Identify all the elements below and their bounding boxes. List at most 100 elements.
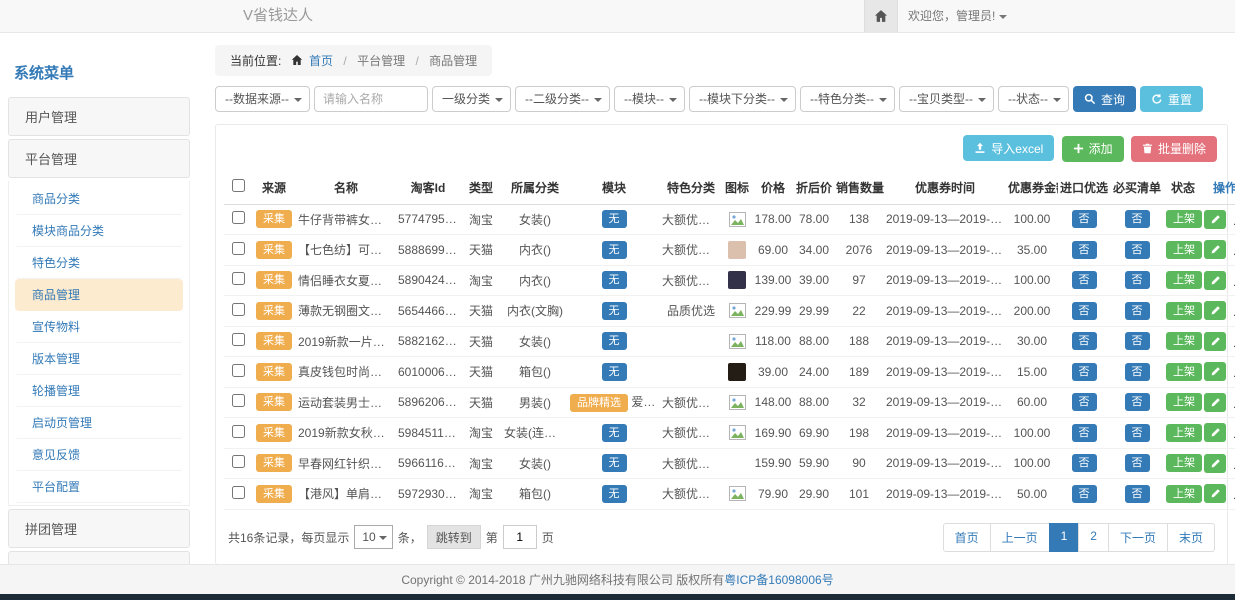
edit-button[interactable]: [1204, 423, 1226, 442]
edit-button[interactable]: [1204, 393, 1226, 412]
sidebar-submenu-item[interactable]: 特色分类: [15, 247, 183, 279]
sidebar-submenu-item[interactable]: 启动页管理: [15, 407, 183, 439]
pager-item[interactable]: 末页: [1167, 523, 1215, 552]
pager-item[interactable]: 2: [1078, 523, 1109, 552]
filter-select[interactable]: --宝贝类型--: [899, 86, 994, 112]
pager-item[interactable]: 下一页: [1108, 523, 1168, 552]
sidebar-submenu-item[interactable]: 商品管理: [15, 279, 183, 311]
status-badge[interactable]: 上架: [1166, 302, 1202, 320]
status-badge[interactable]: 上架: [1166, 332, 1202, 350]
must-buy-toggle[interactable]: 否: [1125, 210, 1150, 228]
edit-button[interactable]: [1204, 240, 1226, 259]
status-badge[interactable]: 上架: [1166, 393, 1202, 411]
import-select-toggle[interactable]: 否: [1072, 393, 1097, 411]
breadcrumb-home-link[interactable]: 首页: [309, 54, 333, 68]
import-select-toggle[interactable]: 否: [1072, 454, 1097, 472]
must-buy-toggle[interactable]: 否: [1125, 332, 1150, 350]
sidebar-submenu-item[interactable]: 商品分类: [15, 183, 183, 215]
discount-price: 88.00: [794, 326, 834, 357]
edit-button[interactable]: [1204, 362, 1226, 381]
coupon-amount: 15.00: [1006, 357, 1058, 388]
import-select-toggle[interactable]: 否: [1072, 424, 1097, 442]
filter-select[interactable]: --特色分类--: [800, 86, 895, 112]
edit-button[interactable]: [1204, 210, 1226, 229]
must-buy-toggle[interactable]: 否: [1125, 424, 1150, 442]
status-badge[interactable]: 上架: [1166, 485, 1202, 503]
must-buy-toggle[interactable]: 否: [1125, 454, 1150, 472]
actions-cell: [1202, 204, 1235, 235]
name-search-input[interactable]: [314, 86, 428, 112]
import-select-toggle[interactable]: 否: [1072, 485, 1097, 503]
pager-item[interactable]: 1: [1049, 523, 1080, 552]
edit-button[interactable]: [1204, 332, 1226, 351]
edit-button[interactable]: [1204, 454, 1226, 473]
filter-select[interactable]: --模块--: [614, 86, 685, 112]
edit-button[interactable]: [1204, 301, 1226, 320]
import-select-toggle[interactable]: 否: [1072, 210, 1097, 228]
import-select-toggle[interactable]: 否: [1072, 241, 1097, 259]
jump-button[interactable]: 跳转到: [427, 525, 481, 549]
icp-link[interactable]: 粤ICP备16098006号: [724, 571, 833, 588]
row-checkbox[interactable]: [232, 272, 245, 285]
reset-button[interactable]: 重置: [1140, 86, 1203, 112]
import-select-toggle[interactable]: 否: [1072, 332, 1097, 350]
row-checkbox[interactable]: [232, 364, 245, 377]
sidebar-submenu-item[interactable]: 宣传物料: [15, 311, 183, 343]
row-checkbox[interactable]: [232, 425, 245, 438]
must-buy-toggle[interactable]: 否: [1125, 241, 1150, 259]
footer: Copyright © 2014-2018 广州九驰网络科技有限公司 版权所有粤…: [0, 564, 1235, 594]
filter-bar: --数据来源-- 一级分类--二级分类----模块----模块下分类----特色…: [215, 86, 1228, 112]
filter-select[interactable]: --状态--: [998, 86, 1069, 112]
search-button[interactable]: 查询: [1073, 86, 1136, 112]
edit-button[interactable]: [1204, 271, 1226, 290]
pager-item[interactable]: 上一页: [990, 523, 1050, 552]
import-select-toggle[interactable]: 否: [1072, 271, 1097, 289]
pager-item[interactable]: 首页: [943, 523, 991, 552]
sidebar-submenu-item[interactable]: 模块商品分类: [15, 215, 183, 247]
row-checkbox[interactable]: [232, 455, 245, 468]
row-checkbox[interactable]: [232, 211, 245, 224]
filter-select[interactable]: --模块下分类--: [689, 86, 796, 112]
column-header: 特色分类: [660, 171, 722, 205]
status-badge[interactable]: 上架: [1166, 241, 1202, 259]
must-buy-toggle[interactable]: 否: [1125, 485, 1150, 503]
must-buy-toggle[interactable]: 否: [1125, 302, 1150, 320]
data-source-select[interactable]: --数据来源--: [215, 86, 310, 112]
row-checkbox[interactable]: [232, 333, 245, 346]
status-badge[interactable]: 上架: [1166, 271, 1202, 289]
must-buy-toggle[interactable]: 否: [1125, 363, 1150, 381]
sidebar-group-item[interactable]: 拼团管理: [8, 509, 190, 548]
price: 39.00: [752, 357, 794, 388]
source-badge: 采集: [256, 241, 292, 259]
must-buy-toggle[interactable]: 否: [1125, 393, 1150, 411]
row-checkbox[interactable]: [232, 303, 245, 316]
must-buy-toggle[interactable]: 否: [1125, 271, 1150, 289]
sidebar-submenu-item[interactable]: 意见反馈: [15, 439, 183, 471]
import-select-toggle[interactable]: 否: [1072, 363, 1097, 381]
filter-select[interactable]: --二级分类--: [515, 86, 610, 112]
per-page-select[interactable]: 10: [354, 525, 392, 549]
sidebar-submenu-item[interactable]: 轮播管理: [15, 375, 183, 407]
import-excel-button[interactable]: 导入excel: [963, 135, 1054, 161]
batch-delete-button[interactable]: 批量删除: [1131, 136, 1217, 162]
add-button[interactable]: 添加: [1062, 136, 1124, 162]
filter-select[interactable]: 一级分类: [432, 86, 511, 112]
status-badge[interactable]: 上架: [1166, 363, 1202, 381]
status-badge[interactable]: 上架: [1166, 424, 1202, 442]
row-checkbox[interactable]: [232, 394, 245, 407]
sidebar-submenu-item[interactable]: 平台配置: [15, 471, 183, 503]
row-checkbox[interactable]: [232, 242, 245, 255]
sidebar-item-platform-mgmt[interactable]: 平台管理: [8, 139, 190, 178]
status-badge[interactable]: 上架: [1166, 454, 1202, 472]
select-all-checkbox[interactable]: [232, 179, 245, 192]
sidebar-submenu-item[interactable]: 版本管理: [15, 343, 183, 375]
status-badge[interactable]: 上架: [1166, 210, 1202, 228]
user-menu[interactable]: 欢迎您，管理员!: [908, 0, 1007, 32]
home-button[interactable]: [864, 0, 898, 32]
page-number-input[interactable]: [503, 525, 537, 549]
edit-button[interactable]: [1204, 484, 1226, 503]
sidebar-item-user-mgmt[interactable]: 用户管理: [8, 97, 190, 136]
row-checkbox[interactable]: [232, 486, 245, 499]
product-type: 天猫: [460, 357, 502, 388]
import-select-toggle[interactable]: 否: [1072, 302, 1097, 320]
